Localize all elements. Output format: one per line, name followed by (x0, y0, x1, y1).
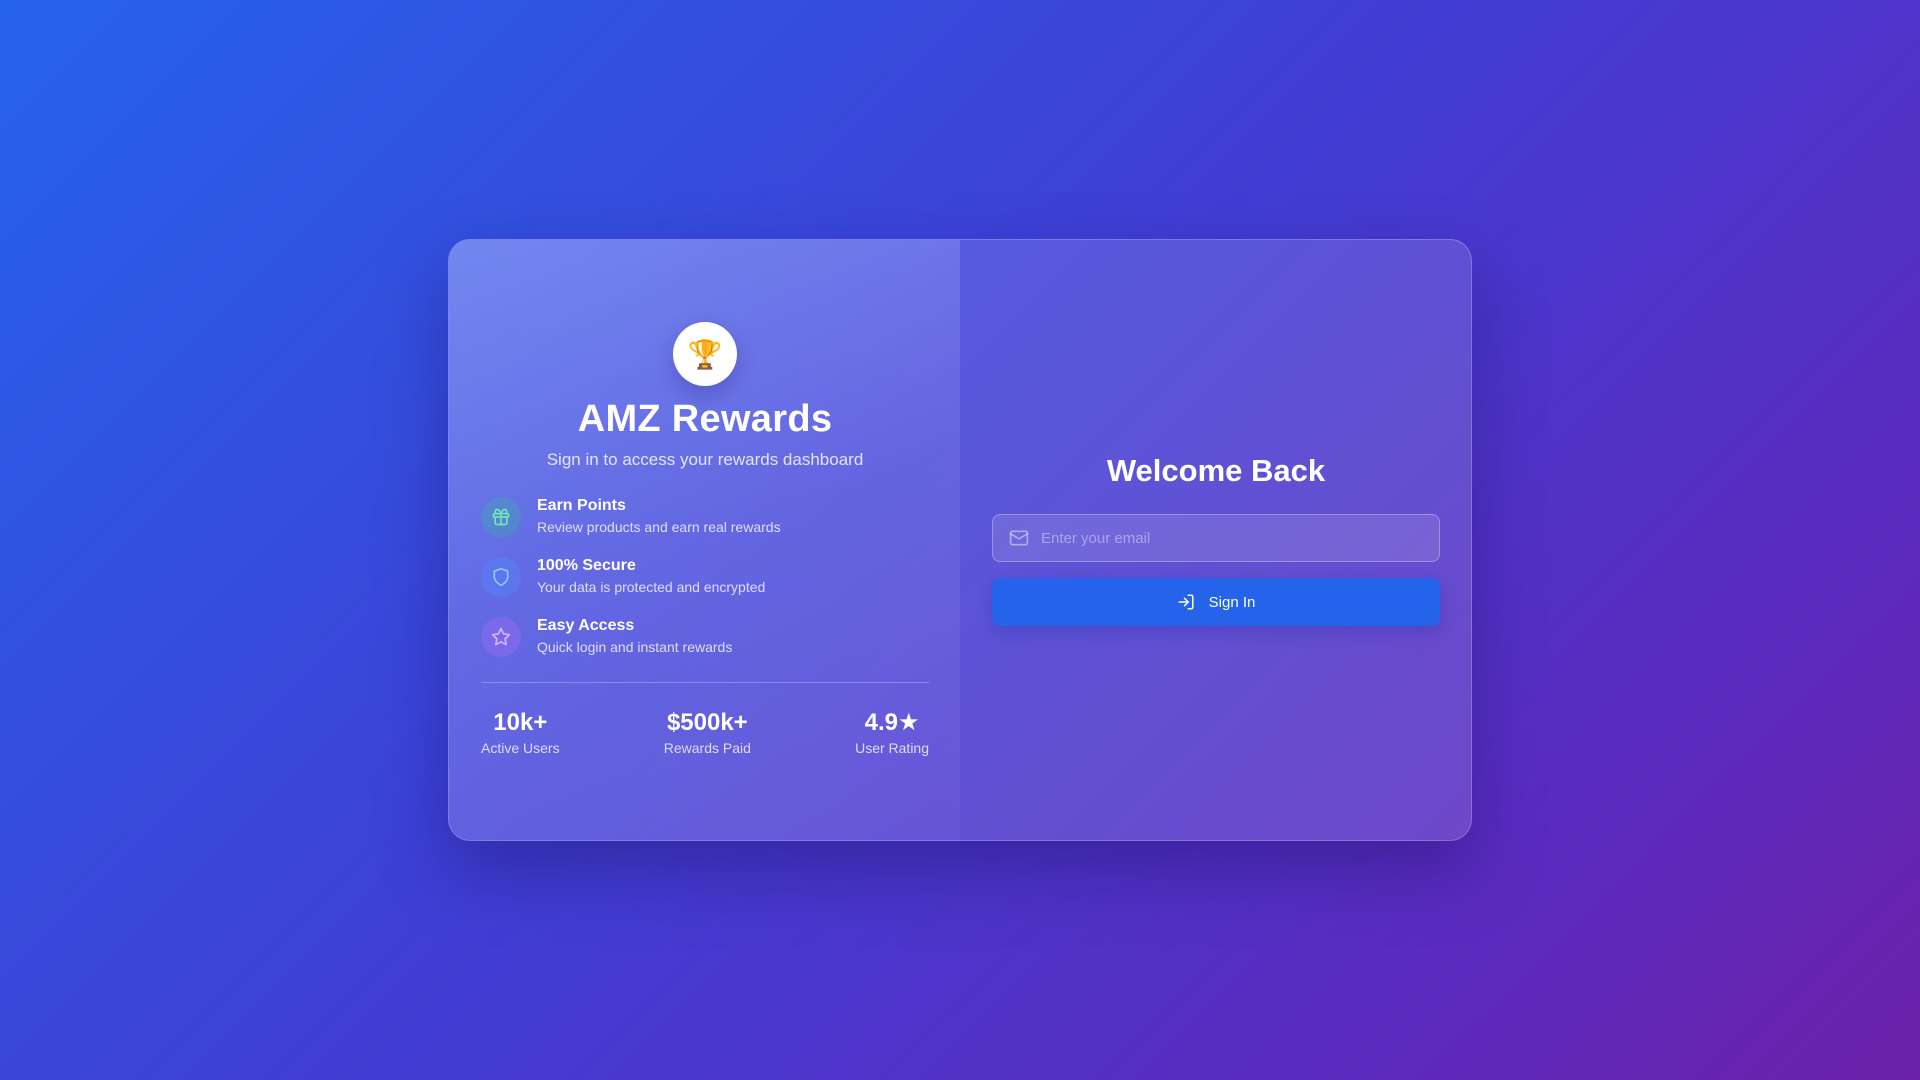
login-panel: Welcome Back Sign In (960, 240, 1471, 840)
feature-description: Quick login and instant rewards (537, 639, 733, 655)
feature-item-secure: 100% Secure Your data is protected and e… (481, 556, 929, 616)
star-icon (481, 617, 521, 657)
feature-description: Your data is protected and encrypted (537, 579, 766, 595)
stat-active-users: 10k+ Active Users (481, 708, 560, 758)
trophy-icon: 🏆 (673, 322, 737, 386)
brand-title: AMZ Rewards (577, 398, 833, 440)
email-field[interactable] (992, 514, 1440, 562)
email-input[interactable] (1041, 515, 1427, 561)
stat-value: $500k+ (666, 709, 748, 736)
feature-item-earn-points: Earn Points Review products and earn rea… (481, 496, 929, 556)
welcome-heading: Welcome Back (1106, 453, 1326, 488)
stat-rewards-paid: $500k+ Rewards Paid (664, 708, 751, 758)
logo-glyph: 🏆 (687, 338, 723, 370)
feature-title: 100% Secure (537, 557, 636, 574)
stat-value: 4.9★ (864, 709, 920, 736)
stats-row: 10k+ Active Users $500k+ Rewards Paid 4.… (481, 708, 929, 758)
mail-icon (1009, 528, 1029, 548)
log-in-icon (1177, 593, 1195, 611)
divider (481, 682, 929, 683)
gift-icon (481, 497, 521, 537)
brand-subtitle: Sign in to access your rewards dashboard (546, 450, 864, 469)
brand-panel: 🏆 AMZ Rewards Sign in to access your rew… (449, 240, 960, 840)
stat-user-rating: 4.9★ User Rating (855, 708, 929, 758)
feature-description: Review products and earn real rewards (537, 519, 781, 535)
sign-in-label: Sign In (1208, 593, 1256, 611)
stat-value: 10k+ (493, 709, 548, 736)
stat-label: Active Users (481, 740, 560, 756)
feature-title: Earn Points (537, 497, 626, 514)
sign-in-button[interactable]: Sign In (992, 578, 1440, 626)
login-card: 🏆 AMZ Rewards Sign in to access your rew… (448, 239, 1472, 841)
stat-label: Rewards Paid (663, 740, 751, 756)
shield-icon (481, 557, 521, 597)
stat-label: User Rating (855, 740, 929, 756)
feature-title: Easy Access (537, 617, 635, 634)
feature-list: Earn Points Review products and earn rea… (481, 496, 929, 676)
feature-item-easy-access: Easy Access Quick login and instant rewa… (481, 616, 929, 676)
